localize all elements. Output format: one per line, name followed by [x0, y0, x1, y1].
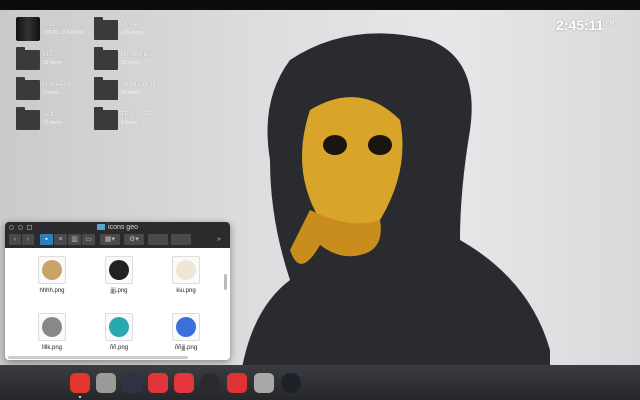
more-toolbar-button[interactable]: » [213, 234, 225, 245]
column-view-button[interactable]: ▥ [68, 234, 81, 245]
folder-icon [97, 224, 106, 230]
clock-time: 2:45:11 [556, 17, 604, 33]
finder-window[interactable]: icons geo ‹ › ▪ ≡ ▥ ▭ ▦▾ ⚙▾ » hhhh.png jj… [5, 222, 230, 360]
image-thumbnail-icon [38, 256, 66, 284]
image-thumbnail-icon [105, 256, 133, 284]
file-item[interactable]: ññ.png [89, 313, 149, 351]
share-button[interactable] [148, 234, 168, 245]
forward-button[interactable]: › [22, 234, 34, 245]
icon-name: Phone Files [121, 52, 153, 58]
dock-music-icon[interactable] [174, 373, 194, 393]
dock-photos-icon[interactable] [227, 373, 247, 393]
file-grid: hhhh.png jjjj.png kiu.png llllk.png ññ.png ññ… [5, 248, 223, 360]
folder-icon [16, 47, 40, 70]
folder-icon [94, 107, 118, 130]
desktop-icon-transfer[interactable]: TRANSFER 4 items [94, 107, 234, 138]
desktop-icon-phone[interactable]: Phone 129 items [94, 17, 234, 48]
icon-name: Subete Work [121, 82, 156, 88]
dock-audio-icon[interactable] [122, 373, 142, 393]
icon-name: SSD [43, 22, 56, 28]
icon-subtitle: 3 items [43, 90, 60, 96]
action-gear-button[interactable]: ⚙▾ [124, 234, 144, 245]
icon-subtitle: 26 items [43, 60, 62, 66]
dock-safari-icon[interactable] [200, 373, 220, 393]
coverflow-view-button[interactable]: ▭ [82, 234, 95, 245]
desktop-icon-subete-work[interactable]: Subete Work 19 items [94, 77, 234, 108]
list-view-button[interactable]: ≡ [54, 234, 67, 245]
icon-name: Homework [43, 82, 72, 88]
menu-bar [0, 0, 640, 10]
window-title-text: icons geo [108, 224, 138, 231]
icon-subtitle: 4 items [121, 120, 138, 126]
icon-subtitle: 33 items [121, 60, 140, 66]
icon-subtitle: 19 items [121, 90, 140, 96]
vertical-scrollbar[interactable] [224, 274, 227, 290]
file-item[interactable]: llllk.png [22, 313, 82, 351]
dock-messages-icon[interactable] [148, 373, 168, 393]
icon-subtitle: 129 items [121, 30, 143, 36]
finder-toolbar: icons geo ‹ › ▪ ≡ ▥ ▭ ▦▾ ⚙▾ » [5, 222, 230, 248]
arrange-button[interactable]: ▦▾ [100, 234, 120, 245]
folder-icon [16, 107, 40, 130]
dock-close-app-icon[interactable] [96, 373, 116, 393]
dock-finder-folder-icon[interactable] [254, 373, 274, 393]
back-button[interactable]: ‹ [9, 234, 21, 245]
dock-app-s-icon[interactable] [70, 373, 90, 393]
file-item[interactable]: hhhh.png [22, 256, 82, 294]
drive-icon [16, 17, 40, 41]
icon-name: Phone [121, 22, 139, 28]
file-item[interactable]: ññjjj.png [156, 313, 216, 351]
icon-name: TRANSFER [121, 112, 154, 118]
icon-name: Etc. [43, 52, 54, 58]
horizontal-scrollbar[interactable] [8, 356, 188, 359]
image-thumbnail-icon [172, 313, 200, 341]
wallpaper-statue [240, 33, 550, 380]
image-thumbnail-icon [105, 313, 133, 341]
tags-button[interactable] [171, 234, 191, 245]
clock-ampm: PM [605, 20, 615, 27]
file-item[interactable]: kiu.png [156, 256, 216, 294]
icon-subtitle: 16 items [43, 120, 62, 126]
icon-name: Soft [43, 112, 54, 118]
file-name: ññ.png [109, 345, 129, 351]
folder-icon [94, 47, 118, 70]
image-thumbnail-icon [172, 256, 200, 284]
dock [0, 365, 640, 400]
file-item[interactable]: jjjj.png [89, 256, 149, 294]
clock: 2:45:11 PM [556, 17, 614, 33]
folder-icon [16, 77, 40, 100]
running-indicator [79, 396, 81, 398]
window-title: icons geo [5, 224, 230, 231]
image-thumbnail-icon [38, 313, 66, 341]
file-name: llllk.png [41, 345, 62, 351]
file-name: jjjj.png [110, 288, 128, 294]
icon-subtitle: 238.83...3 GB free [43, 30, 84, 36]
file-name: ññjjj.png [174, 345, 198, 351]
folder-icon [94, 77, 118, 100]
file-name: kiu.png [176, 288, 196, 294]
dock-launchpad-icon[interactable] [281, 373, 301, 393]
desktop-icon-phone-files[interactable]: Phone Files 33 items [94, 47, 234, 78]
icon-view-button[interactable]: ▪ [40, 234, 53, 245]
file-name: hhhh.png [39, 288, 65, 294]
folder-icon [94, 17, 118, 40]
